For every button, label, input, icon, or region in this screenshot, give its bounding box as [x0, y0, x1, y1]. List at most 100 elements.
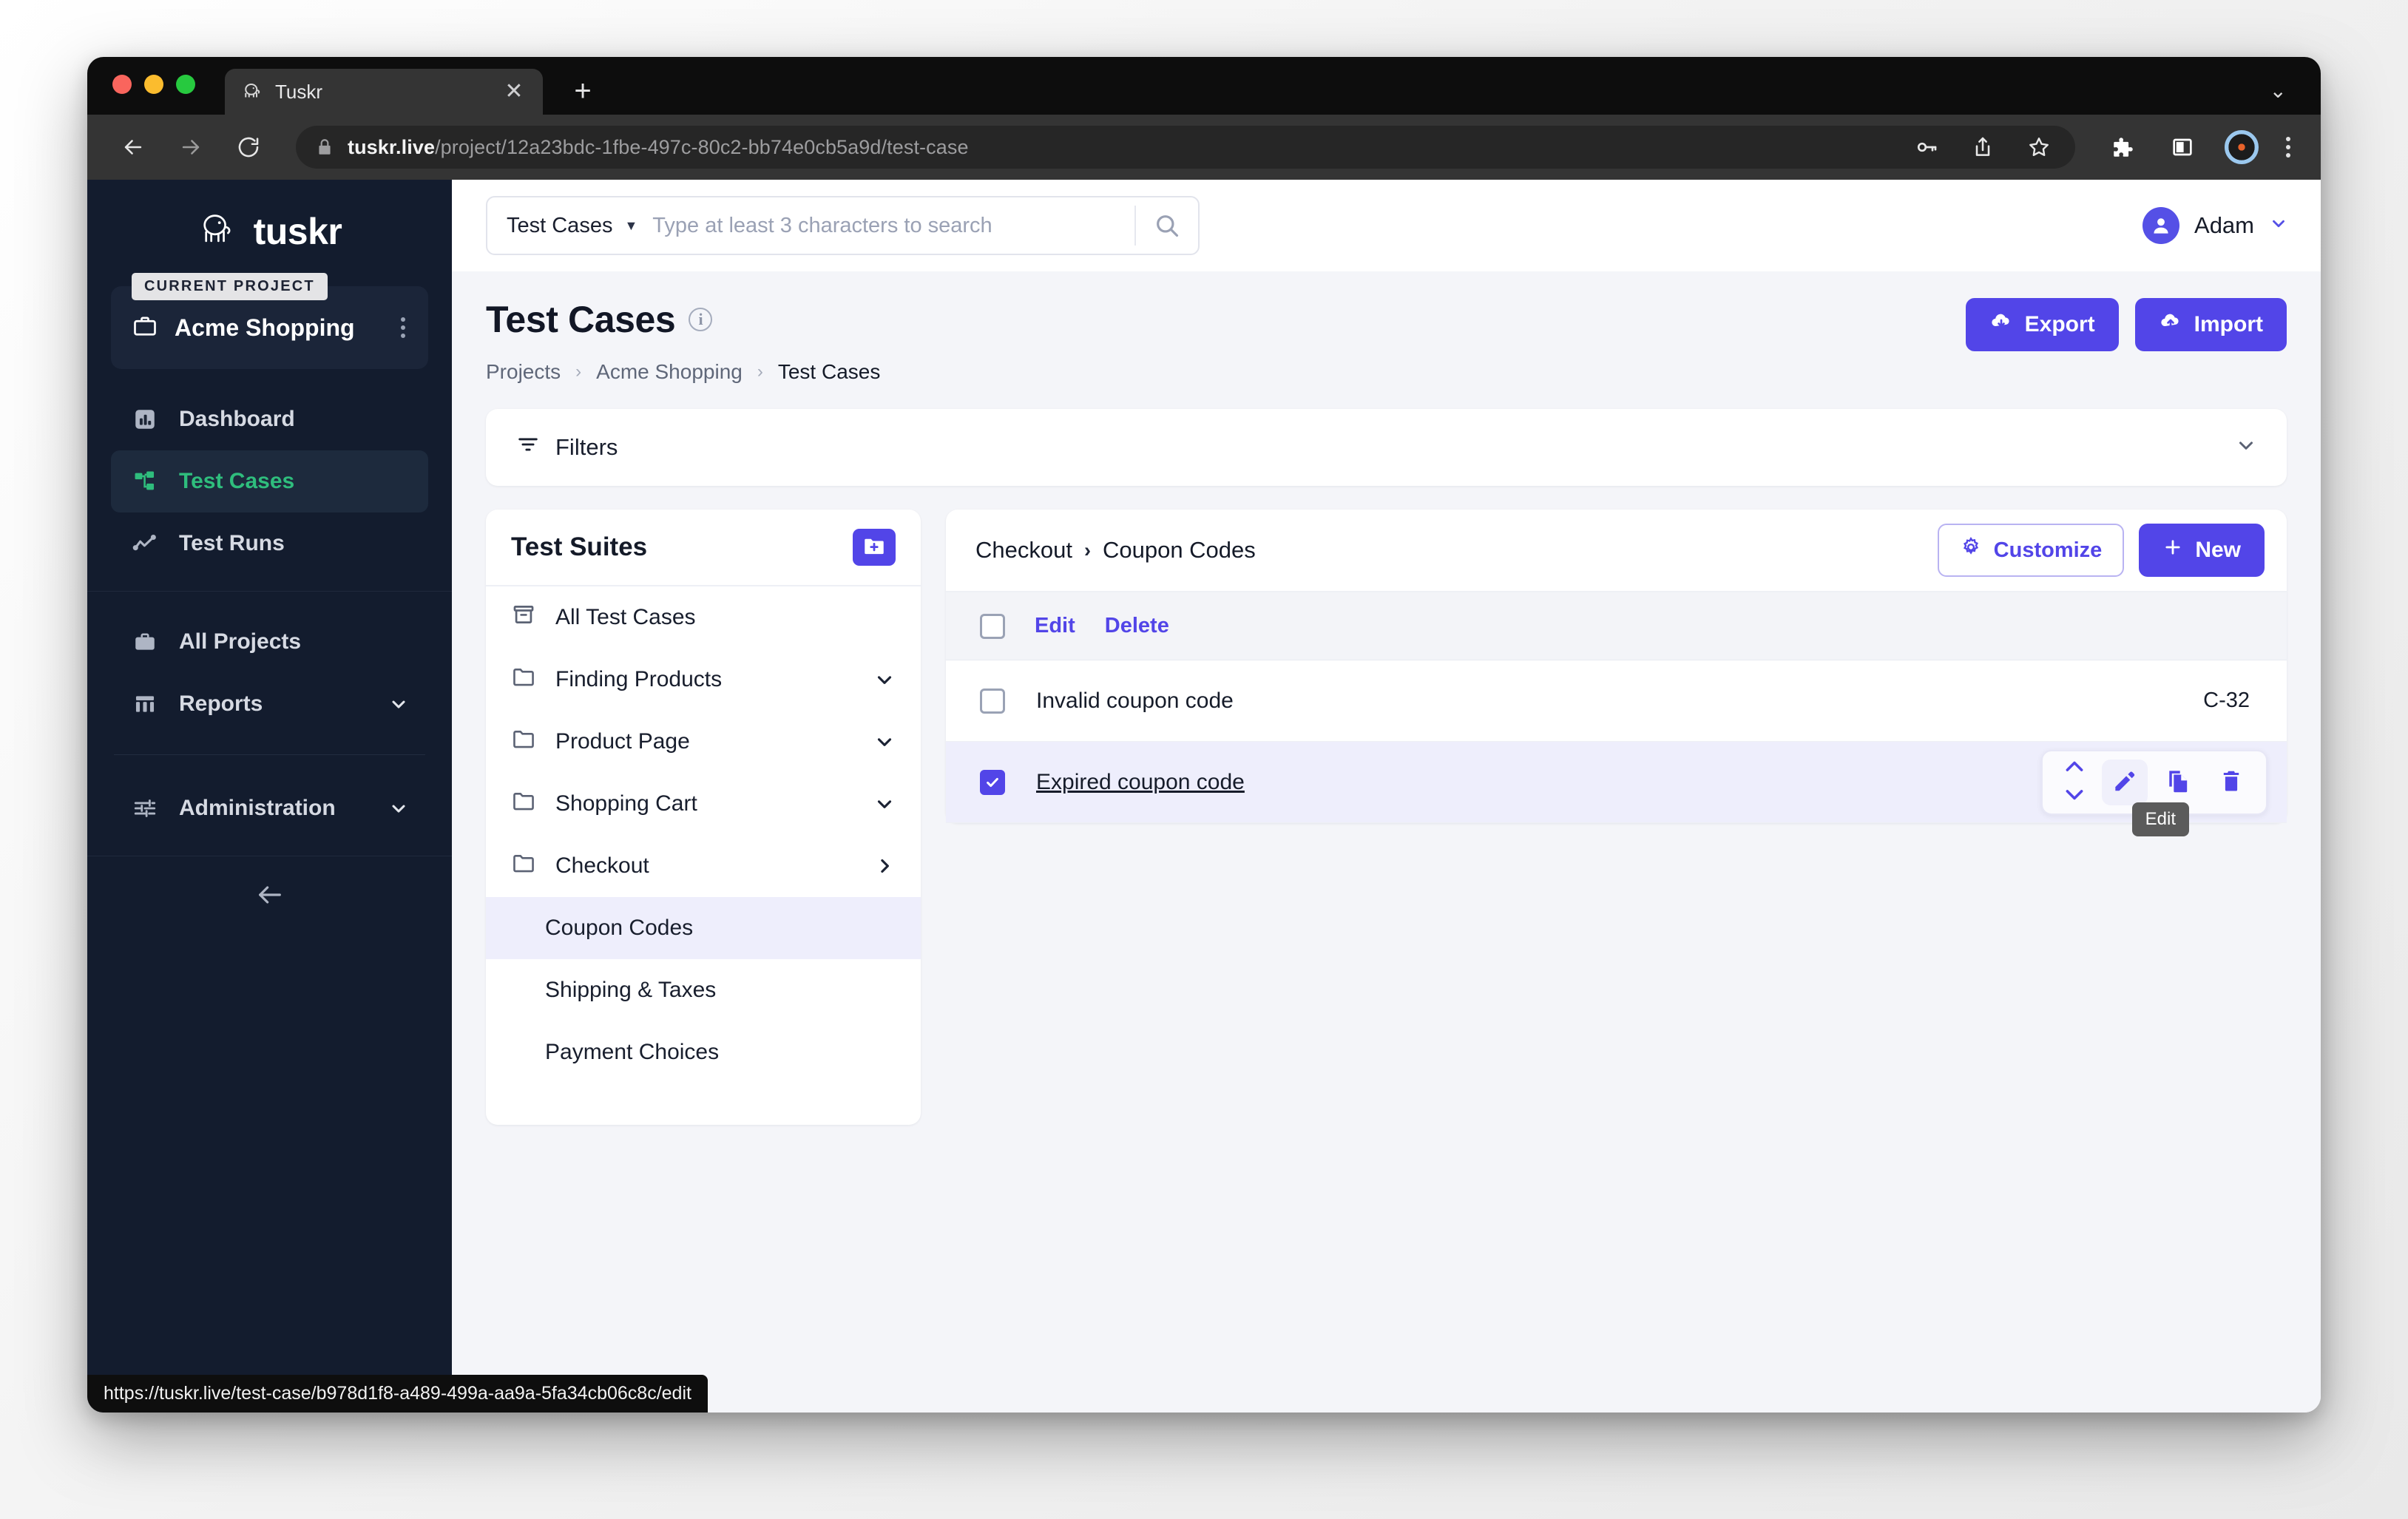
bulk-actions-toolbar: Edit Delete [946, 592, 2287, 660]
key-icon[interactable] [1910, 130, 1944, 164]
new-tab-button[interactable]: + [568, 76, 598, 106]
page-title-text: Test Cases [486, 298, 675, 341]
filters-panel[interactable]: Filters [486, 409, 2287, 486]
kebab-menu-icon[interactable] [2281, 137, 2296, 158]
table-row[interactable]: Expired coupon code [946, 742, 2287, 823]
app-logo[interactable]: tuskr [87, 180, 452, 283]
chevron-down-icon[interactable] [873, 793, 896, 815]
page-header-left: Test Cases i Projects › Acme Shopping › … [486, 298, 880, 384]
sidebar-item-test-runs[interactable]: Test Runs [111, 512, 428, 575]
chevron-down-icon[interactable] [873, 669, 896, 691]
chevron-down-icon[interactable] [388, 694, 409, 714]
customize-button[interactable]: Customize [1938, 524, 2125, 577]
reload-icon[interactable] [228, 126, 269, 168]
sidebar-collapse-button[interactable] [87, 856, 452, 937]
delete-row-button[interactable] [2208, 760, 2254, 805]
suite-item-label: Coupon Codes [545, 916, 896, 941]
app-sidebar: tuskr CURRENT PROJECT Acme Shopping [87, 180, 452, 1413]
bulk-delete-link[interactable]: Delete [1105, 614, 1169, 638]
suite-item-coupon-codes[interactable]: Coupon Codes [486, 897, 921, 959]
suite-item-shopping-cart[interactable]: Shopping Cart [486, 773, 921, 835]
chevron-down-icon [2269, 214, 2288, 237]
cloud-upload-icon [2159, 310, 2182, 339]
sidebar-item-label: Test Cases [179, 469, 409, 494]
profile-avatar-icon[interactable] [2225, 130, 2259, 164]
minimize-window-button[interactable] [144, 75, 163, 94]
back-arrow-icon[interactable] [112, 126, 154, 168]
sidebar-item-reports[interactable]: Reports [111, 673, 428, 735]
user-menu[interactable]: Adam [2142, 207, 2288, 244]
close-window-button[interactable] [112, 75, 132, 94]
search-scope-selector[interactable]: Test Cases ▼ [487, 214, 652, 238]
duplicate-row-button[interactable] [2155, 760, 2201, 805]
browser-tab[interactable]: Tuskr ✕ [225, 69, 543, 115]
export-button[interactable]: Export [1966, 298, 2119, 351]
import-button[interactable]: Import [2135, 298, 2287, 351]
sidebar-item-test-cases[interactable]: Test Cases [111, 450, 428, 512]
caret-down-icon: ▼ [624, 218, 637, 234]
suite-item-shipping-and-taxes[interactable]: Shipping & Taxes [486, 959, 921, 1021]
elephant-logo-icon [197, 212, 237, 252]
puzzle-piece-icon[interactable] [2106, 130, 2140, 164]
chevron-down-icon[interactable] [2062, 786, 2087, 806]
suite-path: Checkout › Coupon Codes [975, 537, 1256, 564]
table-row[interactable]: Invalid coupon code C-32 [946, 660, 2287, 742]
filters-label-group: Filters [515, 432, 618, 463]
chevron-down-icon[interactable] [873, 731, 896, 753]
folder-plus-icon [862, 536, 886, 559]
panels-row: Test Suites All Test Cases [486, 510, 2287, 1125]
arrow-left-icon [255, 880, 285, 913]
folder-icon [511, 790, 536, 818]
test-case-name[interactable]: Invalid coupon code [1036, 689, 2172, 714]
export-button-label: Export [2025, 312, 2095, 337]
edit-row-button[interactable] [2102, 760, 2148, 805]
tab-close-icon[interactable]: ✕ [501, 79, 527, 104]
edit-tooltip: Edit [2132, 802, 2189, 836]
import-button-label: Import [2194, 312, 2263, 337]
omnibox-action-icons [1892, 130, 2056, 164]
forward-arrow-icon[interactable] [170, 126, 212, 168]
chevron-up-icon[interactable] [2062, 759, 2087, 779]
test-cases-panel: Checkout › Coupon Codes Customize [946, 510, 2287, 823]
chevron-down-icon[interactable]: ⌄ [2270, 78, 2287, 103]
url-domain: tuskr.live [348, 136, 435, 158]
search-input[interactable] [652, 214, 1134, 238]
tab-title: Tuskr [275, 81, 490, 104]
add-suite-button[interactable] [853, 529, 896, 566]
lock-icon [315, 138, 334, 157]
suite-item-payment-choices[interactable]: Payment Choices [486, 1021, 921, 1083]
sidebar-panel-icon[interactable] [2165, 130, 2199, 164]
sidebar-item-administration[interactable]: Administration [111, 777, 428, 839]
suite-item-product-page[interactable]: Product Page [486, 711, 921, 773]
filters-label: Filters [555, 434, 618, 461]
new-test-case-button[interactable]: New [2139, 524, 2265, 577]
sidebar-item-dashboard[interactable]: Dashboard [111, 388, 428, 450]
info-icon[interactable]: i [689, 308, 712, 331]
chevron-down-icon[interactable] [2235, 434, 2257, 461]
address-bar[interactable]: tuskr.live/project/12a23bdc-1fbe-497c-80… [296, 126, 2075, 169]
pencil-icon [2111, 767, 2139, 797]
chevron-right-icon[interactable] [873, 855, 896, 877]
sidebar-divider [114, 754, 425, 755]
breadcrumb-item-acme-shopping[interactable]: Acme Shopping [596, 360, 743, 384]
maximize-window-button[interactable] [176, 75, 195, 94]
breadcrumb-item-projects[interactable]: Projects [486, 360, 561, 384]
select-all-checkbox[interactable] [980, 614, 1005, 639]
folder-icon [511, 728, 536, 756]
suite-item-checkout[interactable]: Checkout [486, 835, 921, 897]
chevron-down-icon[interactable] [388, 798, 409, 819]
row-checkbox[interactable] [980, 770, 1005, 795]
sidebar-item-all-projects[interactable]: All Projects [111, 611, 428, 673]
breadcrumb: Projects › Acme Shopping › Test Cases [486, 360, 880, 384]
star-icon[interactable] [2022, 130, 2056, 164]
vertical-dots-icon[interactable] [394, 317, 412, 338]
share-icon[interactable] [1966, 130, 2000, 164]
suite-item-finding-products[interactable]: Finding Products [486, 649, 921, 711]
suite-item-label: Product Page [555, 729, 854, 754]
search-icon[interactable] [1136, 197, 1198, 254]
bulk-edit-link[interactable]: Edit [1035, 614, 1075, 638]
app-logo-text: tuskr [254, 210, 342, 253]
global-search[interactable]: Test Cases ▼ [486, 196, 1200, 255]
suite-item-all-test-cases[interactable]: All Test Cases [486, 586, 921, 649]
row-checkbox[interactable] [980, 689, 1005, 714]
